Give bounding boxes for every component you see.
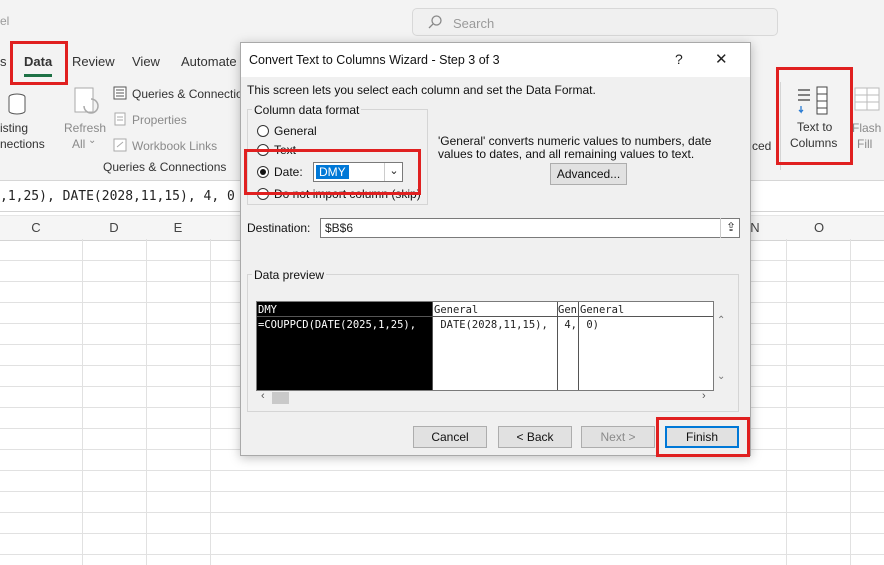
- existing-connections-label-1[interactable]: isting: [0, 121, 28, 135]
- radio-general-label[interactable]: General: [274, 124, 317, 138]
- queries-icon: [113, 86, 127, 103]
- destination-input[interactable]: $B$6 ⇪: [320, 218, 740, 238]
- column-header-d[interactable]: D: [104, 220, 124, 235]
- collapse-dialog-icon[interactable]: ⇪: [720, 218, 741, 238]
- preview-vertical-scrollbar[interactable]: ⌃ ⌄: [714, 301, 730, 391]
- dialog-intro: This screen lets you select each column …: [247, 83, 596, 97]
- preview-cell-4: 0): [580, 319, 599, 331]
- scroll-right-icon[interactable]: ›: [702, 390, 706, 402]
- tab-automate[interactable]: Automate: [181, 54, 237, 69]
- existing-connections-label-2[interactable]: nections: [0, 137, 45, 151]
- existing-connections-icon: [8, 92, 26, 121]
- workbook-links-icon: [113, 138, 127, 155]
- back-button[interactable]: < Back: [498, 426, 572, 448]
- data-preview-label: Data preview: [252, 268, 327, 282]
- preview-cell-3: 4,: [558, 319, 577, 331]
- advanced-partial-label[interactable]: ced: [752, 139, 771, 153]
- search-box[interactable]: Search: [412, 8, 778, 36]
- grid-line: [0, 554, 884, 555]
- scroll-left-icon[interactable]: ‹: [261, 390, 265, 402]
- destination-label: Destination:: [247, 221, 311, 235]
- preview-header-4[interactable]: General: [580, 304, 624, 316]
- preview-cell-1: =COUPPCD(DATE(2025,1,25),: [258, 319, 417, 331]
- properties-button[interactable]: Properties: [132, 113, 187, 127]
- grid-line: [82, 239, 83, 565]
- next-button[interactable]: Next >: [581, 426, 655, 448]
- search-icon: [427, 14, 443, 33]
- flash-fill-label-1[interactable]: Flash: [852, 121, 881, 135]
- advanced-button[interactable]: Advanced...: [550, 163, 627, 185]
- cancel-button[interactable]: Cancel: [413, 426, 487, 448]
- preview-horizontal-scrollbar[interactable]: ‹ ›: [256, 390, 714, 405]
- refresh-all-label-2[interactable]: All: [72, 137, 85, 151]
- dialog-title: Convert Text to Columns Wizard - Step 3 …: [249, 53, 500, 67]
- tab-review[interactable]: Review: [72, 54, 115, 69]
- queries-group-label: Queries & Connections: [103, 160, 227, 174]
- grid-line: [0, 512, 884, 513]
- scroll-down-icon[interactable]: ⌄: [717, 371, 725, 382]
- help-button[interactable]: ?: [675, 51, 683, 67]
- column-header-c[interactable]: C: [26, 220, 46, 235]
- grid-line: [0, 533, 884, 534]
- grid-line: [0, 470, 884, 471]
- workbook-links-button[interactable]: Workbook Links: [132, 139, 217, 153]
- destination-value: $B$6: [325, 221, 354, 235]
- flash-fill-icon: [853, 86, 883, 119]
- preview-cell-2: DATE(2028,11,15),: [434, 319, 548, 331]
- refresh-icon: [72, 86, 102, 121]
- scroll-thumb[interactable]: [272, 392, 289, 404]
- preview-header-1[interactable]: DMY: [258, 304, 277, 316]
- close-icon[interactable]: ✕: [715, 50, 728, 68]
- format-description: 'General' converts numeric values to num…: [438, 134, 712, 161]
- highlight-date-option: [244, 149, 421, 195]
- radio-general[interactable]: [257, 125, 269, 137]
- format-group-label: Column data format: [252, 103, 362, 117]
- search-placeholder: Search: [453, 16, 495, 31]
- column-header-o[interactable]: O: [809, 220, 829, 235]
- flash-fill-label-2[interactable]: Fill: [857, 137, 872, 151]
- data-preview-table[interactable]: DMY General Gen General =COUPPCD(DATE(20…: [256, 301, 714, 391]
- grid-line: [850, 239, 851, 565]
- queries-connections-button[interactable]: Queries & Connectio: [132, 87, 243, 101]
- formula-text[interactable]: ,1,25), DATE(2028,11,15), 4, 0: [0, 189, 235, 204]
- highlight-data-tab: [10, 41, 68, 85]
- tab-partial[interactable]: s: [0, 54, 7, 69]
- app-name: el: [0, 14, 10, 28]
- convert-text-wizard-dialog: Convert Text to Columns Wizard - Step 3 …: [240, 42, 751, 456]
- grid-line: [210, 239, 211, 565]
- preview-header-2[interactable]: General: [434, 304, 478, 316]
- column-header-e[interactable]: E: [168, 220, 188, 235]
- grid-line: [0, 491, 884, 492]
- grid-line: [146, 239, 147, 565]
- chevron-down-icon: ⌄: [88, 135, 97, 146]
- dialog-title-bar: Convert Text to Columns Wizard - Step 3 …: [241, 43, 750, 77]
- grid-line: [786, 239, 787, 565]
- preview-header-3[interactable]: Gen: [558, 304, 577, 316]
- highlight-text-to-columns: [776, 67, 853, 165]
- header-divider: [257, 316, 713, 317]
- highlight-finish-button: [656, 417, 750, 457]
- scroll-up-icon[interactable]: ⌃: [717, 315, 725, 326]
- properties-icon: [113, 112, 127, 129]
- tab-view[interactable]: View: [132, 54, 160, 69]
- refresh-all-label-1[interactable]: Refresh: [64, 121, 106, 135]
